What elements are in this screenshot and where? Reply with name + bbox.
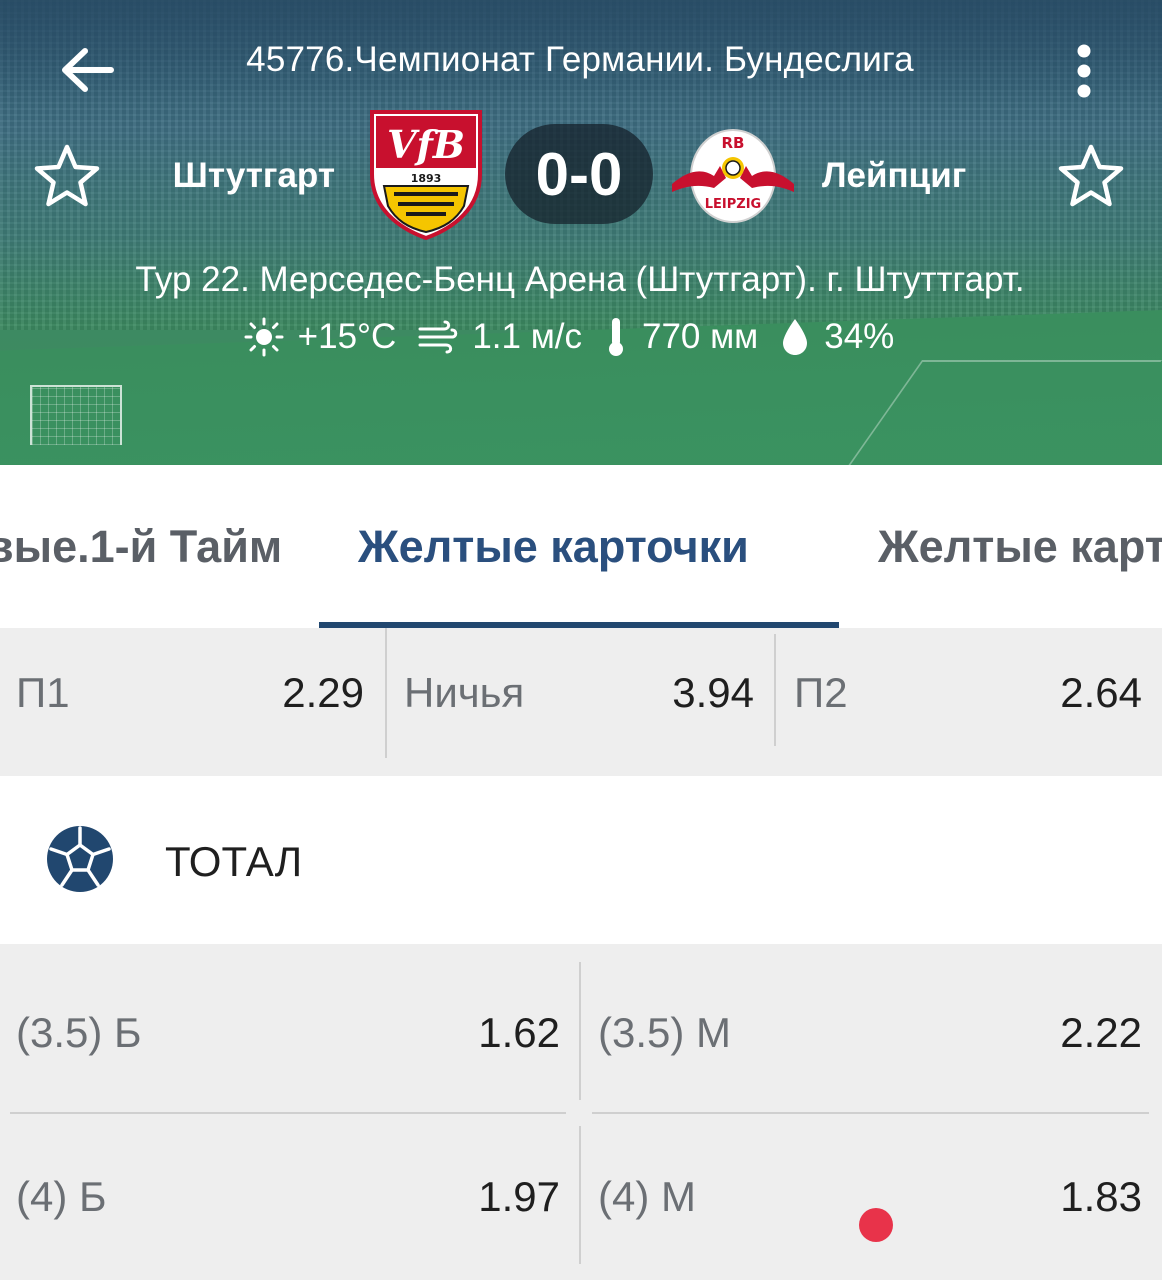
tab-next[interactable]: Желтые карт <box>878 465 1162 628</box>
odds-value: 3.94 <box>672 669 754 716</box>
tab-yellow-cards[interactable]: Желтые карточки <box>358 465 749 628</box>
divider <box>592 1112 1149 1114</box>
odds-label: Ничья <box>404 669 525 716</box>
odds-label: (4) М <box>598 1173 696 1220</box>
team2-name: Лейпциг <box>822 156 967 195</box>
odds-p1[interactable]: П1 2.29 <box>16 628 364 758</box>
arrow-left-icon <box>62 48 114 92</box>
match-header: 45776.Чемпионат Германии. Бундеслига Шту… <box>0 0 1162 465</box>
odds-value: 2.64 <box>1060 669 1142 716</box>
match-score: 0-0 <box>505 124 653 224</box>
wind-value: 1.1 м/с <box>472 317 582 356</box>
favorite-team1-button[interactable] <box>34 143 100 209</box>
goal-net <box>30 385 122 445</box>
sun-icon <box>244 317 284 357</box>
star-outline-icon <box>1058 144 1124 207</box>
odds-value: 2.22 <box>1060 1009 1142 1056</box>
team2-logo: RB LEIPZIG <box>668 122 798 227</box>
divider <box>10 1112 566 1114</box>
odds-value: 1.83 <box>1060 1173 1142 1220</box>
divider <box>774 634 776 746</box>
team1-name: Штутгарт <box>172 156 335 195</box>
svg-text:VfB: VfB <box>387 122 465 167</box>
back-button[interactable] <box>56 44 118 96</box>
rb-leipzig-crest-icon: RB LEIPZIG <box>672 129 794 223</box>
odds-value: 2.29 <box>282 669 364 716</box>
divider <box>579 1126 581 1264</box>
temperature-value: +15°C <box>297 317 397 356</box>
odds-total-over-3-5[interactable]: (3.5) Б 1.62 <box>16 960 560 1106</box>
divider <box>579 962 581 1100</box>
soccer-ball-icon <box>46 825 114 893</box>
odds-label: П2 <box>794 669 848 716</box>
odds-label: (3.5) Б <box>16 1009 142 1056</box>
odds-total-under-4[interactable]: (4) М 1.83 <box>598 1124 1142 1270</box>
svg-text:RB: RB <box>722 134 745 152</box>
pressure-value: 770 мм <box>642 317 759 356</box>
venue-info: Тур 22. Мерседес-Бенц Арена (Штутгарт). … <box>135 260 1025 299</box>
section-title: ТОТАЛ <box>165 838 303 885</box>
total-odds-grid: (3.5) Б 1.62 (3.5) М 2.22 (4) Б 1.97 (4)… <box>0 944 1162 1280</box>
main-odds-row: П1 2.29 Ничья 3.94 П2 2.64 <box>0 628 1162 776</box>
odds-label: (4) Б <box>16 1173 107 1220</box>
odds-draw[interactable]: Ничья 3.94 <box>404 628 754 758</box>
wind-icon <box>418 319 458 355</box>
vfb-crest-icon: VfB 1893 <box>370 110 482 241</box>
odds-total-over-4[interactable]: (4) Б 1.97 <box>16 1124 560 1270</box>
odds-value: 1.62 <box>478 1009 560 1056</box>
svg-text:LEIPZIG: LEIPZIG <box>705 197 761 212</box>
water-drop-icon <box>780 317 810 357</box>
touch-indicator-dot <box>859 1208 893 1242</box>
market-tabs: вые.1-й Тайм Желтые карточки Желтые карт <box>0 465 1162 628</box>
more-vert-icon <box>1077 44 1091 98</box>
favorite-team2-button[interactable] <box>1058 143 1124 209</box>
tab-previous[interactable]: вые.1-й Тайм <box>0 465 282 628</box>
odds-total-under-3-5[interactable]: (3.5) М 2.22 <box>598 960 1142 1106</box>
odds-label: (3.5) М <box>598 1009 732 1056</box>
odds-label: П1 <box>16 669 70 716</box>
league-title: 45776.Чемпионат Германии. Бундеслига <box>246 40 914 79</box>
weather-info: +15°C 1.1 м/с 770 мм 34% <box>40 314 1120 360</box>
team1-logo: VfB 1893 <box>366 108 486 241</box>
odds-value: 1.97 <box>478 1173 560 1220</box>
thermometer-icon <box>604 316 628 358</box>
star-outline-icon <box>34 144 100 207</box>
humidity-value: 34% <box>824 317 895 356</box>
odds-p2[interactable]: П2 2.64 <box>794 628 1142 758</box>
divider <box>385 628 387 758</box>
more-menu-button[interactable] <box>1062 42 1106 100</box>
svg-text:1893: 1893 <box>411 172 442 185</box>
